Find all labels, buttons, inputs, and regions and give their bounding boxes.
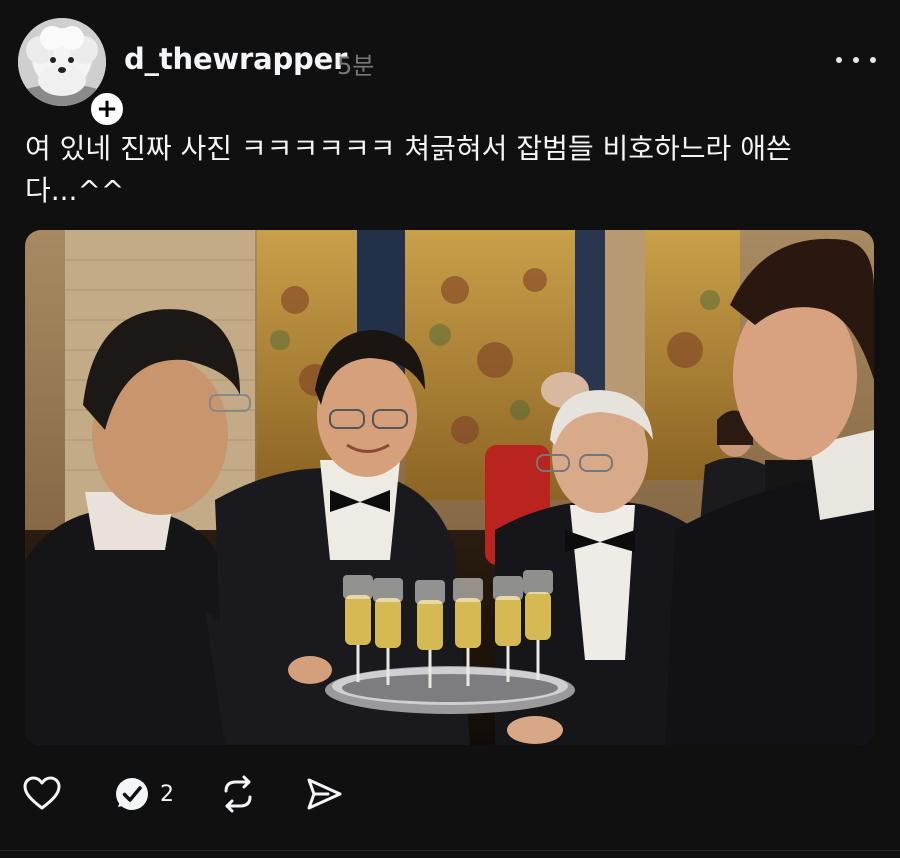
avatar[interactable] bbox=[18, 18, 106, 106]
send-icon bbox=[307, 778, 342, 810]
like-button[interactable] bbox=[22, 772, 62, 816]
more-dot-icon bbox=[836, 57, 842, 63]
post-time: 5분 bbox=[337, 52, 375, 80]
share-button[interactable] bbox=[304, 772, 344, 816]
more-dot-icon bbox=[870, 57, 876, 63]
heart-icon bbox=[23, 776, 61, 810]
follow-plus-button[interactable]: + bbox=[87, 89, 127, 129]
avatar-container[interactable]: + bbox=[18, 18, 127, 129]
post-caption: 여 있네 진짜 사진 ㅋㅋㅋㅋㅋㅋ 쳐긁혀서 잡범들 비호하느라 애쓴 다...… bbox=[25, 132, 792, 207]
repost-button[interactable] bbox=[218, 772, 258, 816]
username[interactable]: d_thewrapper bbox=[124, 42, 347, 76]
more-options-button[interactable] bbox=[836, 48, 876, 72]
action-bar: 2 bbox=[22, 772, 422, 816]
thread-post: + d_thewrapper 5분 여 있네 진짜 사진 ㅋㅋㅋㅋㅋㅋ 쳐긁혀서… bbox=[0, 0, 900, 858]
reply-button[interactable]: 2 bbox=[112, 772, 174, 816]
post-photo[interactable] bbox=[25, 230, 874, 745]
plus-icon: + bbox=[96, 94, 118, 124]
post-divider bbox=[0, 850, 900, 851]
repost-icon bbox=[224, 775, 252, 813]
more-dot-icon bbox=[853, 57, 859, 63]
comment-icon bbox=[116, 778, 148, 810]
reply-count: 2 bbox=[160, 781, 174, 807]
